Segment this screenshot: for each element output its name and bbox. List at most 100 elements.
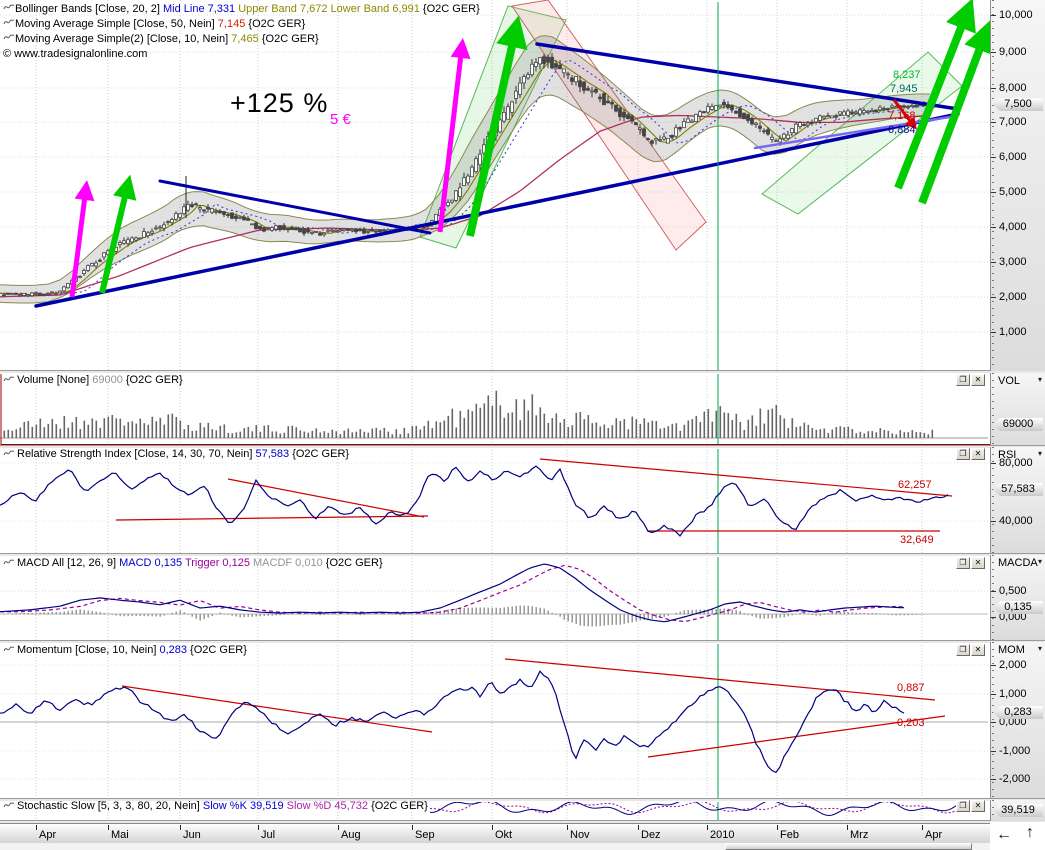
panel-restore-button[interactable]: ❐ xyxy=(956,374,970,386)
value-axis-mom[interactable]: MOM▾2,0001,0000,000-1,000-2,0000,283 xyxy=(990,642,1045,798)
header-text-segment: MACD All [12, 26, 9] xyxy=(17,557,119,569)
header-text-segment: {O2C GER} xyxy=(423,3,480,15)
axis-strip-label-vol: VOL xyxy=(998,375,1020,387)
rsi-plot[interactable] xyxy=(0,447,990,553)
panel-header-stochastic[interactable]: Stochastic Slow [5, 3, 3, 80, 20, Nein] … xyxy=(3,800,428,813)
header-text-segment: MACDF 0,010 xyxy=(253,557,326,569)
axis-tick-label: 8,000 xyxy=(999,82,1027,94)
axis-tick-label: 5,000 xyxy=(999,186,1027,198)
panel-header-momentum[interactable]: Momentum [Close, 10, Nein] 0,283 {O2C GE… xyxy=(3,644,247,657)
chevron-down-icon[interactable]: ▾ xyxy=(1038,449,1042,458)
header-text-segment: Moving Average Simple(2) [Close, 10, Nei… xyxy=(15,33,231,45)
axis-tick-mark xyxy=(991,192,996,193)
panel-header-macd[interactable]: MACD All [12, 26, 9] MACD 0,135 Trigger … xyxy=(3,557,383,570)
scroll-up-arrow-icon[interactable]: ↑ xyxy=(1026,824,1034,842)
legend-line-2[interactable]: Moving Average Simple(2) [Close, 10, Nei… xyxy=(3,32,319,46)
axis-tick-label: 6,000 xyxy=(999,151,1027,163)
current-value-tag: 69000 xyxy=(993,418,1043,431)
axis-tick-label: 1,000 xyxy=(999,326,1027,338)
price-level-label: 7,945 xyxy=(890,83,918,95)
axis-tick-label: 10,000 xyxy=(999,9,1033,21)
time-axis-tick xyxy=(338,825,339,830)
panel-restore-button[interactable]: ❐ xyxy=(956,800,970,812)
momentum-trendline-value: 0,887 xyxy=(897,682,925,694)
panel-close-button[interactable]: ✕ xyxy=(971,800,985,812)
header-text-segment: Volume [None] xyxy=(17,374,92,386)
time-axis-month-label: Feb xyxy=(780,829,799,841)
legend-line-1[interactable]: Moving Average Simple [Close, 50, Nein] … xyxy=(3,17,305,31)
axis-tick-label: 2,000 xyxy=(999,659,1027,671)
current-value-tag: 39,519 xyxy=(993,804,1043,817)
header-text-segment: {O2C GER} xyxy=(289,448,349,460)
panel-close-button[interactable]: ✕ xyxy=(971,644,985,656)
time-axis-tick xyxy=(567,825,568,830)
price-level-label: 8,237 xyxy=(893,69,921,81)
panel-close-button[interactable]: ✕ xyxy=(971,448,985,460)
value-axis-main[interactable]: 10,0009,0008,0007,0006,0005,0004,0003,00… xyxy=(990,0,1045,371)
time-axis[interactable]: AprMaiJunJulAugSepOktNovDez2010FebMrzApr xyxy=(0,823,990,843)
time-axis-month-label: Mai xyxy=(111,829,129,841)
panel-close-button[interactable]: ✕ xyxy=(971,557,985,569)
legend-line-0[interactable]: Bollinger Bands [Close, 20, 2] Mid Line … xyxy=(3,2,480,16)
price-level-label: 7,168 xyxy=(888,110,916,122)
header-text-segment: {O2C GER} xyxy=(371,800,428,812)
momentum-trendline-value: 0,203 xyxy=(897,717,925,729)
panel-header-volume[interactable]: Volume [None] 69000 {O2C GER} xyxy=(3,374,183,387)
axis-minor-ticks xyxy=(992,373,994,445)
panel-restore-button[interactable]: ❐ xyxy=(956,448,970,460)
header-text-segment: Upper Band 7,672 xyxy=(238,3,330,15)
scrollbar-thumb[interactable] xyxy=(725,843,972,850)
chevron-down-icon[interactable]: ▾ xyxy=(1038,557,1042,566)
time-axis-month-label: Sep xyxy=(415,829,435,841)
header-text-segment: 7,145 xyxy=(218,18,249,30)
header-text-segment: Moving Average Simple [Close, 50, Nein] xyxy=(15,18,218,30)
panel-restore-button[interactable]: ❐ xyxy=(956,644,970,656)
axis-tick-mark xyxy=(991,122,996,123)
header-text-segment: Slow %K 39,519 xyxy=(203,800,287,812)
axis-strip-label-mom: MOM xyxy=(998,644,1025,656)
time-axis-month-label: Jul xyxy=(261,829,275,841)
header-text-segment: {O2C GER} xyxy=(187,644,247,656)
value-axis-vol[interactable]: VOL ▾ 69000 xyxy=(990,373,1045,445)
header-text-segment: Relative Strength Index [Close, 14, 30, … xyxy=(17,448,255,460)
time-axis-month-label: Jun xyxy=(183,829,201,841)
value-axis-macda[interactable]: MACDA▾0,5000,0000,135 xyxy=(990,555,1045,640)
time-axis-tick xyxy=(922,825,923,830)
time-axis-tick xyxy=(777,825,778,830)
chevron-down-icon[interactable]: ▾ xyxy=(1038,644,1042,653)
header-text-segment: {O2C GER} xyxy=(123,374,183,386)
time-axis-month-label: Okt xyxy=(495,829,512,841)
time-axis-tick xyxy=(638,825,639,830)
scroll-left-arrow-icon[interactable]: ← xyxy=(996,826,1012,844)
panel-close-button[interactable]: ✕ xyxy=(971,374,985,386)
axis-tick-label: 2,000 xyxy=(999,291,1027,303)
value-axis-stoch[interactable]: 39,519 xyxy=(990,800,1045,821)
axis-tick-mark xyxy=(991,521,996,522)
axis-tick-mark xyxy=(991,722,996,723)
momentum-plot[interactable] xyxy=(0,642,990,798)
axis-tick-mark xyxy=(991,297,996,298)
rsi-trendline-value: 62,257 xyxy=(898,479,932,491)
axis-tick-mark xyxy=(991,227,996,228)
axis-tick-mark xyxy=(991,694,996,695)
axis-tick-mark xyxy=(991,15,996,16)
price-chart-plot[interactable] xyxy=(0,0,990,371)
rsi-trendline-value: 32,649 xyxy=(900,534,934,546)
header-text-segment: 69000 xyxy=(92,374,123,386)
panel-restore-button[interactable]: ❐ xyxy=(956,557,970,569)
axis-tick-mark xyxy=(991,463,996,464)
horizontal-scrollbar[interactable] xyxy=(0,843,990,850)
axis-tick-label: 80,000 xyxy=(999,457,1033,469)
axis-tick-mark xyxy=(991,665,996,666)
price-target-annotation: 5 € xyxy=(330,111,351,128)
panel-header-rsi[interactable]: Relative Strength Index [Close, 14, 30, … xyxy=(3,448,349,461)
axis-tick-mark xyxy=(991,779,996,780)
current-value-tag: 0,135 xyxy=(993,601,1043,614)
time-axis-month-label: Aug xyxy=(341,829,361,841)
time-axis-month-label: Nov xyxy=(570,829,590,841)
axis-tick-label: 3,000 xyxy=(999,256,1027,268)
value-axis-rsi[interactable]: RSI▾80,00040,00057,583 xyxy=(990,447,1045,553)
time-axis-month-label: Apr xyxy=(39,829,56,841)
chevron-down-icon[interactable]: ▾ xyxy=(1038,375,1042,384)
axis-strip-label-macda: MACDA xyxy=(998,557,1038,569)
